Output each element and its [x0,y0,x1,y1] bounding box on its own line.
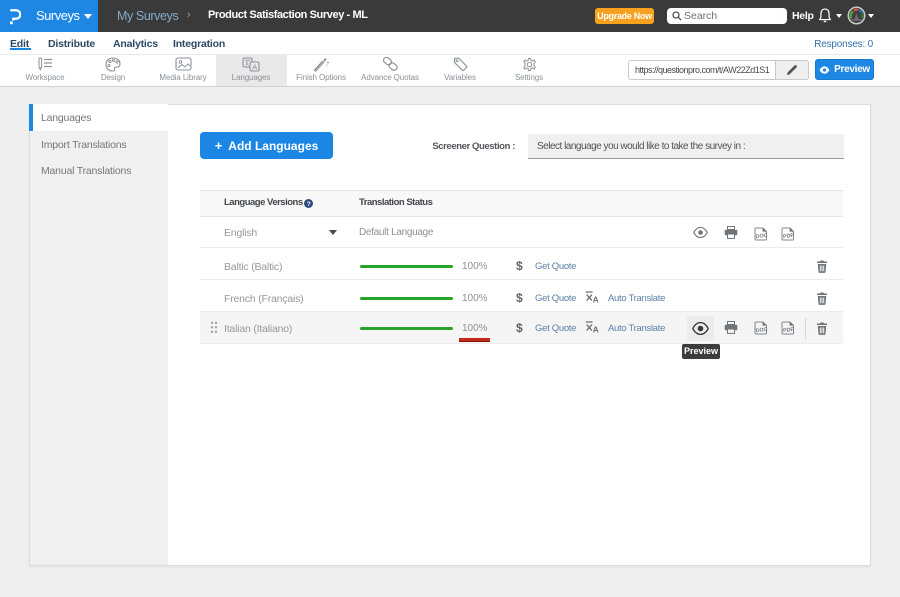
svg-text:?: ? [307,201,311,208]
svg-text:A: A [593,294,599,303]
svg-text:A: A [593,324,599,333]
svg-text:A: A [252,62,257,71]
svg-text:x: x [245,60,249,67]
